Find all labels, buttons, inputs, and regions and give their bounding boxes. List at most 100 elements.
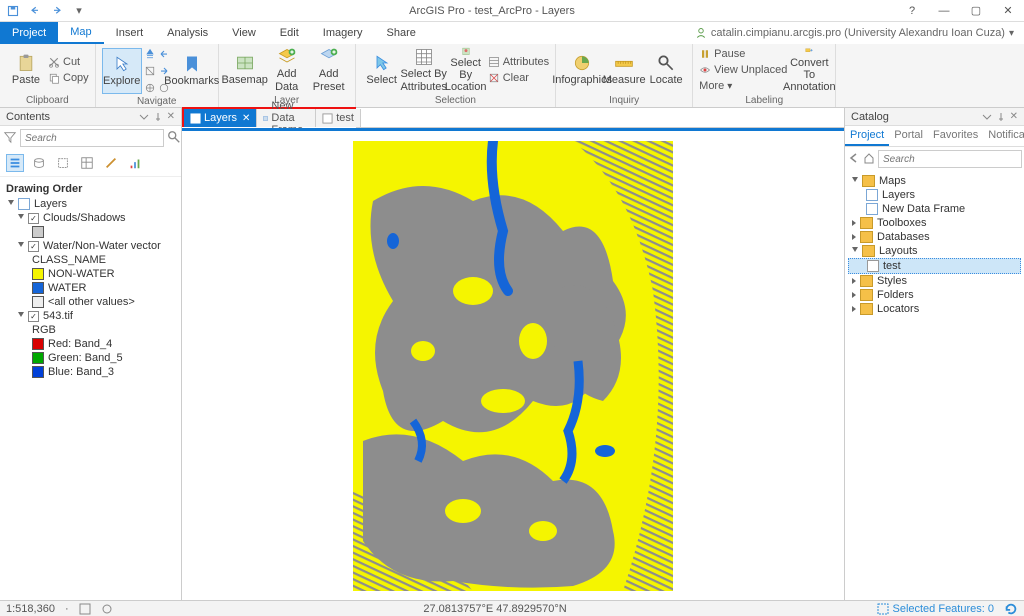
- qat-dropdown-icon[interactable]: ▾: [70, 2, 88, 20]
- cut-button[interactable]: Cut: [48, 55, 89, 70]
- catalog-map-layers[interactable]: Layers: [848, 188, 1021, 202]
- tab-insert[interactable]: Insert: [104, 22, 156, 44]
- catalog-toolboxes-folder[interactable]: Toolboxes: [848, 216, 1021, 230]
- search-icon[interactable]: [167, 130, 181, 147]
- symbol-water[interactable]: WATER: [4, 281, 177, 295]
- catalog-back-icon[interactable]: [848, 152, 860, 167]
- catalog-maps-folder[interactable]: Maps: [848, 174, 1021, 188]
- refresh-icon[interactable]: [1004, 602, 1018, 616]
- toc-layer-clouds[interactable]: ✓Clouds/Shadows: [4, 211, 177, 225]
- catalog-search-input[interactable]: [878, 150, 1022, 168]
- status-tool-1[interactable]: [79, 603, 91, 615]
- add-preset-button[interactable]: Add Preset: [309, 47, 349, 93]
- attributes-button[interactable]: Attributes: [488, 55, 549, 70]
- catalog-pin-icon[interactable]: [996, 112, 1006, 122]
- close-tab-icon[interactable]: ✕: [242, 113, 250, 124]
- paste-button[interactable]: Paste: [6, 47, 46, 93]
- catalog-dropdown-icon[interactable]: [982, 112, 992, 122]
- project-tab[interactable]: Project: [0, 22, 58, 44]
- contents-title: Contents: [6, 111, 50, 123]
- rgb-heading: RGB: [4, 323, 177, 337]
- list-by-drawing-order-button[interactable]: [6, 154, 24, 172]
- view-tab-test[interactable]: test: [316, 109, 361, 127]
- bookmarks-button[interactable]: Bookmarks: [172, 48, 212, 94]
- tab-share[interactable]: Share: [375, 22, 428, 44]
- infographics-button[interactable]: Infographics: [562, 47, 602, 93]
- catalog-layouts-folder[interactable]: Layouts: [848, 244, 1021, 258]
- view-unplaced-button[interactable]: View Unplaced: [699, 63, 787, 78]
- catalog-close-icon[interactable]: ✕: [1010, 111, 1018, 122]
- nav-tool-2[interactable]: [144, 63, 156, 78]
- pane-pin-icon[interactable]: [153, 112, 163, 122]
- map-canvas[interactable]: [182, 131, 844, 600]
- tab-view[interactable]: View: [220, 22, 268, 44]
- catalog-locators-folder[interactable]: Locators: [848, 302, 1021, 316]
- toc-layer-543tif[interactable]: ✓543.tif: [4, 309, 177, 323]
- tab-edit[interactable]: Edit: [268, 22, 311, 44]
- catalog-home-icon[interactable]: [863, 152, 875, 167]
- user-label: catalin.cimpianu.arcgis.pro (University …: [711, 27, 1005, 39]
- labeling-more-button[interactable]: More ▾: [699, 79, 787, 94]
- catalog-layout-test[interactable]: test: [848, 258, 1021, 274]
- contents-search-input[interactable]: [20, 129, 164, 147]
- locate-button[interactable]: Locate: [646, 47, 686, 93]
- catalog-folders[interactable]: Folders: [848, 288, 1021, 302]
- view-tab-layers[interactable]: Layers✕: [184, 109, 257, 127]
- list-by-labeling-button[interactable]: [126, 154, 144, 172]
- tab-analysis[interactable]: Analysis: [155, 22, 220, 44]
- pause-labeling-button[interactable]: Pause: [699, 47, 787, 62]
- band-red[interactable]: Red: Band_4: [4, 337, 177, 351]
- nav-tool-3[interactable]: [144, 80, 156, 95]
- save-icon[interactable]: [4, 2, 22, 20]
- scale-display[interactable]: 1:518,360: [6, 603, 55, 615]
- tab-imagery[interactable]: Imagery: [311, 22, 375, 44]
- view-tab-new-data-frame[interactable]: New Data Frame: [257, 109, 316, 127]
- group-inquiry: Inquiry: [562, 94, 686, 107]
- band-blue[interactable]: Blue: Band_3: [4, 365, 177, 379]
- add-data-button[interactable]: Add Data: [267, 47, 307, 93]
- basemap-button[interactable]: Basemap: [225, 47, 265, 93]
- status-tool-2[interactable]: [101, 603, 113, 615]
- pane-dropdown-icon[interactable]: [139, 112, 149, 122]
- window-title: ArcGIS Pro - test_ArcPro - Layers: [88, 5, 896, 17]
- list-by-snapping-button[interactable]: [102, 154, 120, 172]
- catalog-tab-project[interactable]: Project: [845, 126, 889, 146]
- band-green[interactable]: Green: Band_5: [4, 351, 177, 365]
- nav-tool-4[interactable]: [158, 46, 170, 61]
- catalog-map-ndf[interactable]: New Data Frame: [848, 202, 1021, 216]
- minimize-button[interactable]: —: [928, 0, 960, 22]
- group-clipboard: Clipboard: [6, 94, 89, 107]
- nav-tool-1[interactable]: [144, 46, 156, 61]
- undo-icon[interactable]: [26, 2, 44, 20]
- clear-button[interactable]: Clear: [488, 71, 549, 86]
- select-by-attributes-button[interactable]: Select By Attributes: [404, 47, 444, 93]
- close-button[interactable]: ✕: [992, 0, 1024, 22]
- catalog-tab-notifications[interactable]: Notifications: [983, 126, 1024, 146]
- help-button[interactable]: ?: [896, 0, 928, 22]
- tab-map[interactable]: Map: [58, 22, 103, 44]
- select-by-location-button[interactable]: Select By Location: [446, 47, 486, 93]
- signed-in-user[interactable]: catalin.cimpianu.arcgis.pro (University …: [695, 22, 1024, 44]
- catalog-tab-favorites[interactable]: Favorites: [928, 126, 983, 146]
- selected-features-display[interactable]: Selected Features: 0: [877, 603, 994, 615]
- toc-layer-water-vector[interactable]: ✓Water/Non-Water vector: [4, 239, 177, 253]
- symbol-nonwater[interactable]: NON-WATER: [4, 267, 177, 281]
- redo-icon[interactable]: [48, 2, 66, 20]
- symbol-all-other[interactable]: <all other values>: [4, 295, 177, 309]
- group-labeling: Labeling: [699, 94, 829, 107]
- pane-close-icon[interactable]: ✕: [167, 111, 175, 122]
- explore-button[interactable]: Explore: [102, 48, 142, 94]
- catalog-databases-folder[interactable]: Databases: [848, 230, 1021, 244]
- filter-icon[interactable]: [3, 130, 17, 147]
- catalog-styles-folder[interactable]: Styles: [848, 274, 1021, 288]
- list-by-source-button[interactable]: [30, 154, 48, 172]
- list-by-editing-button[interactable]: [78, 154, 96, 172]
- catalog-tab-portal[interactable]: Portal: [889, 126, 928, 146]
- copy-button[interactable]: Copy: [48, 71, 89, 86]
- list-by-selection-button[interactable]: [54, 154, 72, 172]
- convert-annotation-button[interactable]: Convert To Annotation: [789, 47, 829, 93]
- measure-button[interactable]: Measure: [604, 47, 644, 93]
- map-frame-row[interactable]: Layers: [4, 197, 177, 211]
- maximize-button[interactable]: ▢: [960, 0, 992, 22]
- select-button[interactable]: Select: [362, 47, 402, 93]
